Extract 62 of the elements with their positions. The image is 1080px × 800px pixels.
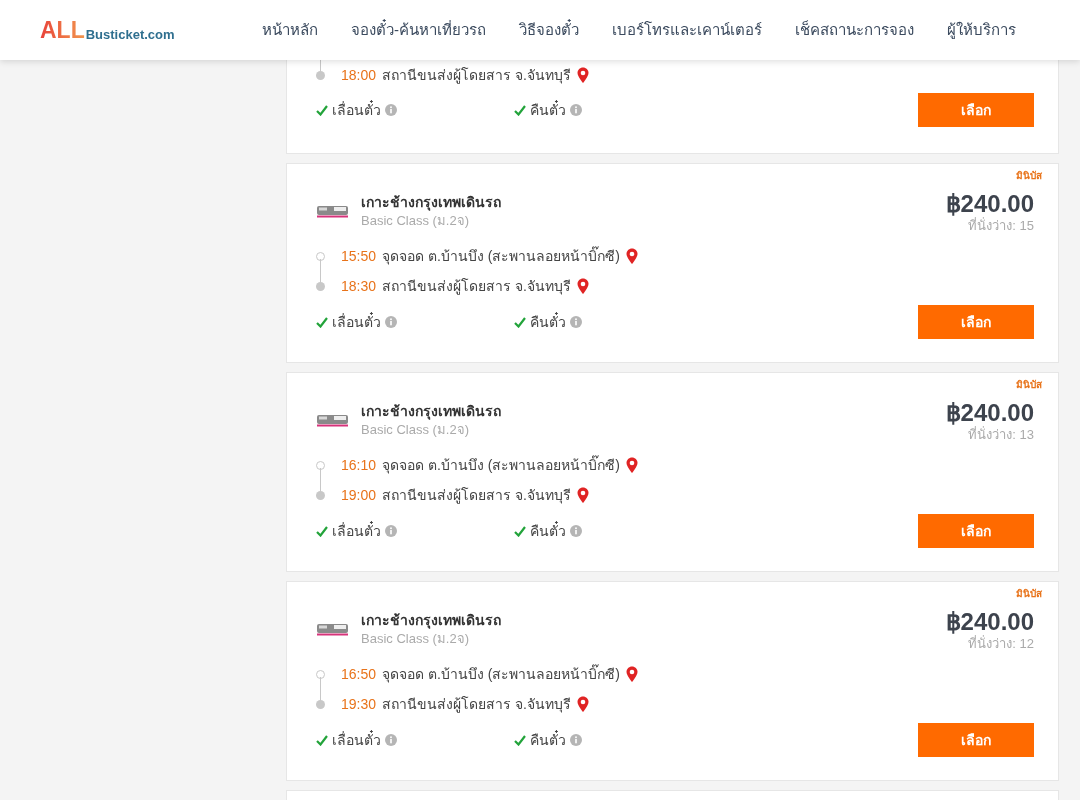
stop-time: 18:30 <box>341 276 378 296</box>
price: ฿240.00 <box>945 190 1034 218</box>
stop-time: 16:10 <box>341 455 378 475</box>
info-icon[interactable] <box>570 104 582 116</box>
nav-link[interactable]: หน้าหลัก <box>262 18 318 42</box>
map-pin-icon <box>626 665 638 683</box>
bus-class: Basic Class (ม.2จ) <box>361 630 471 648</box>
stop-place: สถานีขนส่งผู้โดยสาร จ.จันทบุรี <box>382 65 571 86</box>
bus-class: Basic Class (ม.2จ) <box>361 212 471 230</box>
operator-name: เกาะช้างกรุงเทพเดินรถ <box>361 402 501 421</box>
operator-name: เกาะช้างกรุงเทพเดินรถ <box>361 193 501 212</box>
stop-place: สถานีขนส่งผู้โดยสาร จ.จันทบุรี <box>382 694 571 715</box>
map-pin-icon <box>576 277 589 295</box>
feature-label: เลื่อนตั๋ว <box>332 729 381 750</box>
price: ฿240.00 <box>945 399 1034 427</box>
price: ฿240.00 <box>945 608 1034 636</box>
map-pin-icon <box>576 486 589 504</box>
stop-time: 16:50 <box>341 664 378 684</box>
map-pin-icon <box>626 247 638 265</box>
stop-place: สถานีขนส่งผู้โดยสาร จ.จันทบุรี <box>382 276 571 297</box>
stop-place: จุดจอด ต.บ้านบึง (สะพานลอยหน้าบิ๊กซี) <box>382 245 620 267</box>
operator-name: เกาะช้างกรุงเทพเดินรถ <box>361 611 501 630</box>
bus-type-label: มินิบัส <box>1016 169 1042 183</box>
stop-time: 19:30 <box>341 694 378 714</box>
feature-label: เลื่อนตั๋ว <box>332 311 381 332</box>
stop-time: 18:00 <box>341 65 378 85</box>
bus-type-label: มินิบัส <box>1016 378 1042 392</box>
nav-link[interactable]: วิธีจองตั๋ว <box>519 18 579 42</box>
nav-link[interactable]: ผู้ให้บริการ <box>947 18 1016 42</box>
bus-logo-icon <box>316 621 349 637</box>
feature-label: เลื่อนตั๋ว <box>332 99 381 120</box>
info-icon[interactable] <box>570 734 582 746</box>
info-icon[interactable] <box>385 316 397 328</box>
stop-time: 19:00 <box>341 485 378 505</box>
bus-logo-icon <box>316 412 349 428</box>
bus-logo-icon <box>316 203 349 219</box>
stop-time: 15:50 <box>341 246 378 266</box>
stop-place: สถานีขนส่งผู้โดยสาร จ.จันทบุรี <box>382 485 571 506</box>
nav-link[interactable]: เบอร์โทรและเคาน์เตอร์ <box>612 18 762 42</box>
info-icon[interactable] <box>385 525 397 537</box>
feature-label: คืนตั๋ว <box>530 311 566 332</box>
stop-place: จุดจอด ต.บ้านบึง (สะพานลอยหน้าบิ๊กซี) <box>382 663 620 685</box>
feature-label: เลื่อนตั๋ว <box>332 520 381 541</box>
map-pin-icon <box>626 456 638 474</box>
map-pin-icon <box>576 695 589 713</box>
info-icon[interactable] <box>570 316 582 328</box>
info-icon[interactable] <box>385 104 397 116</box>
seats-available: ที่นั่งว่าง: 12 <box>968 636 1034 652</box>
feature-label: คืนตั๋ว <box>530 729 566 750</box>
info-icon[interactable] <box>570 525 582 537</box>
bus-type-label: มินิบัส <box>1016 587 1042 601</box>
bus-class: Basic Class (ม.2จ) <box>361 421 471 439</box>
nav-link[interactable]: เช็คสถานะการจอง <box>795 18 914 42</box>
map-pin-icon <box>576 66 589 84</box>
stop-place: จุดจอด ต.บ้านบึง (สะพานลอยหน้าบิ๊กซี) <box>382 454 620 476</box>
feature-label: คืนตั๋ว <box>530 99 566 120</box>
feature-label: คืนตั๋ว <box>530 520 566 541</box>
seats-available: ที่นั่งว่าง: 15 <box>968 218 1034 234</box>
info-icon[interactable] <box>385 734 397 746</box>
seats-available: ที่นั่งว่าง: 13 <box>968 427 1034 443</box>
nav-link[interactable]: จองตั๋ว-ค้นหาเที่ยวรถ <box>351 18 486 42</box>
site-logo[interactable]: ALLBusticket.com <box>40 18 262 42</box>
